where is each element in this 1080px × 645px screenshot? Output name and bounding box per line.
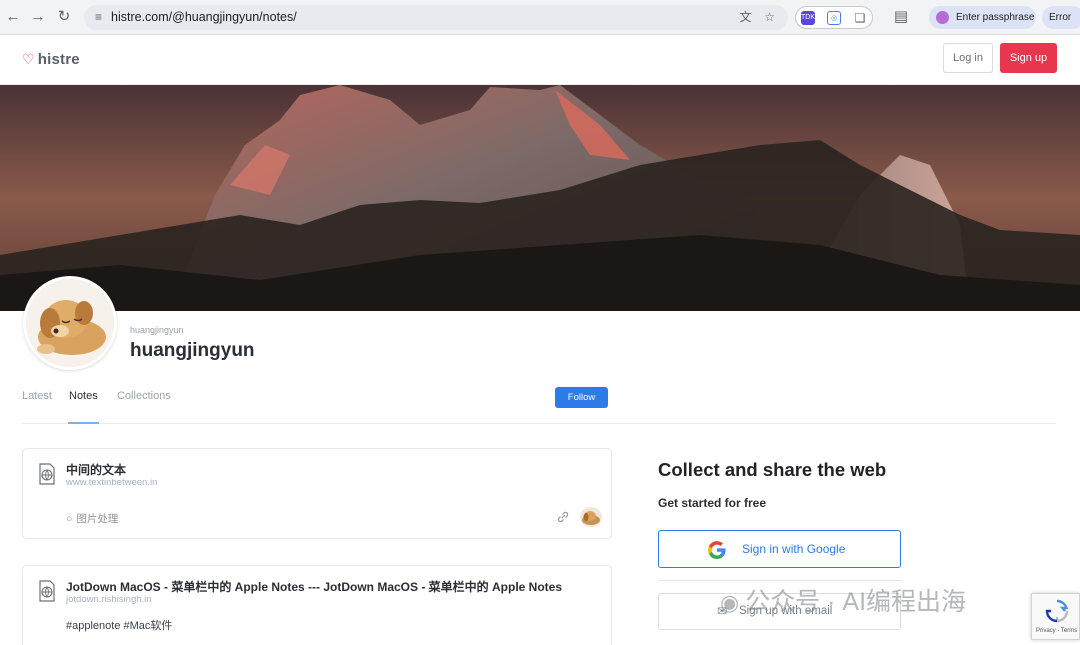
error-label: Error bbox=[1049, 12, 1072, 23]
profile-banner-image bbox=[0, 85, 1080, 311]
web-page-icon bbox=[39, 463, 55, 485]
site-settings-icon[interactable]: ≡ bbox=[90, 9, 107, 26]
reading-mode-icon[interactable]: ▤ bbox=[891, 7, 911, 27]
address-bar[interactable]: ≡ histre.com/@huangjingyun/notes/ 文 ☆ bbox=[84, 5, 788, 30]
link-icon[interactable] bbox=[556, 510, 570, 524]
watermark-text: 公众号 · AI编程出海 bbox=[745, 588, 967, 616]
histre-logo[interactable]: ♡ histre bbox=[22, 51, 80, 68]
wechat-icon: ◉ bbox=[720, 590, 740, 615]
wechat-watermark: ◉ 公众号 · AI编程出海 bbox=[720, 582, 966, 616]
puppy-thumbnail bbox=[582, 511, 600, 525]
translate-icon[interactable]: 文 bbox=[737, 9, 754, 26]
follow-button[interactable]: Follow bbox=[555, 387, 608, 408]
error-button[interactable]: Error bbox=[1042, 6, 1080, 29]
note-title[interactable]: 中间的文本 bbox=[66, 461, 126, 478]
back-icon[interactable]: ← bbox=[3, 7, 23, 27]
note-card[interactable]: 中间的文本 www.textinbetween.in ○ 图片处理 bbox=[22, 448, 612, 539]
site-header: ♡ histre Log in Sign up bbox=[0, 35, 1080, 85]
tab-collections[interactable]: Collections bbox=[117, 390, 171, 402]
google-signin-button[interactable]: Sign in with Google bbox=[658, 530, 901, 568]
recaptcha-logo-icon bbox=[1045, 599, 1069, 623]
active-tab-indicator bbox=[68, 422, 99, 424]
note-url[interactable]: jotdown.rishisingh.in bbox=[66, 594, 152, 605]
signin-divider bbox=[658, 580, 901, 581]
puppy-image bbox=[26, 279, 114, 367]
bookmark-star-icon[interactable]: ☆ bbox=[761, 9, 778, 26]
tab-notes[interactable]: Notes bbox=[69, 390, 98, 402]
mountain-illustration bbox=[0, 85, 1080, 311]
profile-avatar[interactable] bbox=[23, 276, 117, 370]
login-button[interactable]: Log in bbox=[943, 43, 993, 73]
reload-icon[interactable]: ↻ bbox=[54, 7, 74, 27]
heart-logo-icon: ♡ bbox=[22, 51, 35, 67]
tag-label: 图片处理 bbox=[76, 513, 119, 525]
capture-extension-icon[interactable]: ◎ bbox=[827, 11, 841, 25]
tdk-extension-icon[interactable]: TDK bbox=[801, 11, 815, 25]
note-card[interactable]: JotDown MacOS - 菜单栏中的 Apple Notes --- Jo… bbox=[22, 565, 612, 645]
profile-handle-small: huangjingyun bbox=[130, 325, 184, 335]
note-title[interactable]: JotDown MacOS - 菜单栏中的 Apple Notes --- Jo… bbox=[66, 578, 562, 595]
forward-icon[interactable]: → bbox=[28, 7, 48, 27]
google-signin-label: Sign in with Google bbox=[742, 542, 846, 556]
note-author-avatar[interactable] bbox=[580, 507, 602, 527]
url-text[interactable]: histre.com/@huangjingyun/notes/ bbox=[111, 10, 297, 24]
note-tag[interactable]: ○ 图片处理 bbox=[66, 511, 118, 526]
note-url[interactable]: www.textinbetween.in bbox=[66, 477, 157, 488]
tag-icon: ○ bbox=[66, 513, 73, 525]
recaptcha-badge[interactable]: Privacy - Terms bbox=[1031, 593, 1080, 640]
logo-text: histre bbox=[37, 51, 80, 68]
passphrase-label: Enter passphrase bbox=[956, 12, 1035, 23]
passphrase-button[interactable]: Enter passphrase bbox=[929, 6, 1036, 29]
browser-toolbar: ← → ↻ ≡ histre.com/@huangjingyun/notes/ … bbox=[0, 0, 1080, 35]
web-page-icon bbox=[39, 580, 55, 602]
signup-button[interactable]: Sign up bbox=[1000, 43, 1057, 73]
tabs-divider bbox=[22, 423, 1056, 424]
profile-name: huangjingyun bbox=[130, 340, 255, 361]
tab-latest[interactable]: Latest bbox=[22, 390, 52, 402]
recaptcha-links[interactable]: Privacy - Terms bbox=[1036, 628, 1077, 634]
note-body: #applenote #Mac软件 bbox=[66, 620, 173, 632]
signup-promo-subtitle: Get started for free bbox=[658, 496, 767, 510]
puzzle-extensions-icon[interactable]: ❏ bbox=[853, 11, 867, 25]
google-logo-icon bbox=[708, 541, 726, 559]
extensions-group: TDK ◎ ❏ bbox=[795, 6, 873, 29]
signup-promo-title: Collect and share the web bbox=[658, 459, 887, 480]
profile-avatar-icon bbox=[936, 11, 949, 24]
